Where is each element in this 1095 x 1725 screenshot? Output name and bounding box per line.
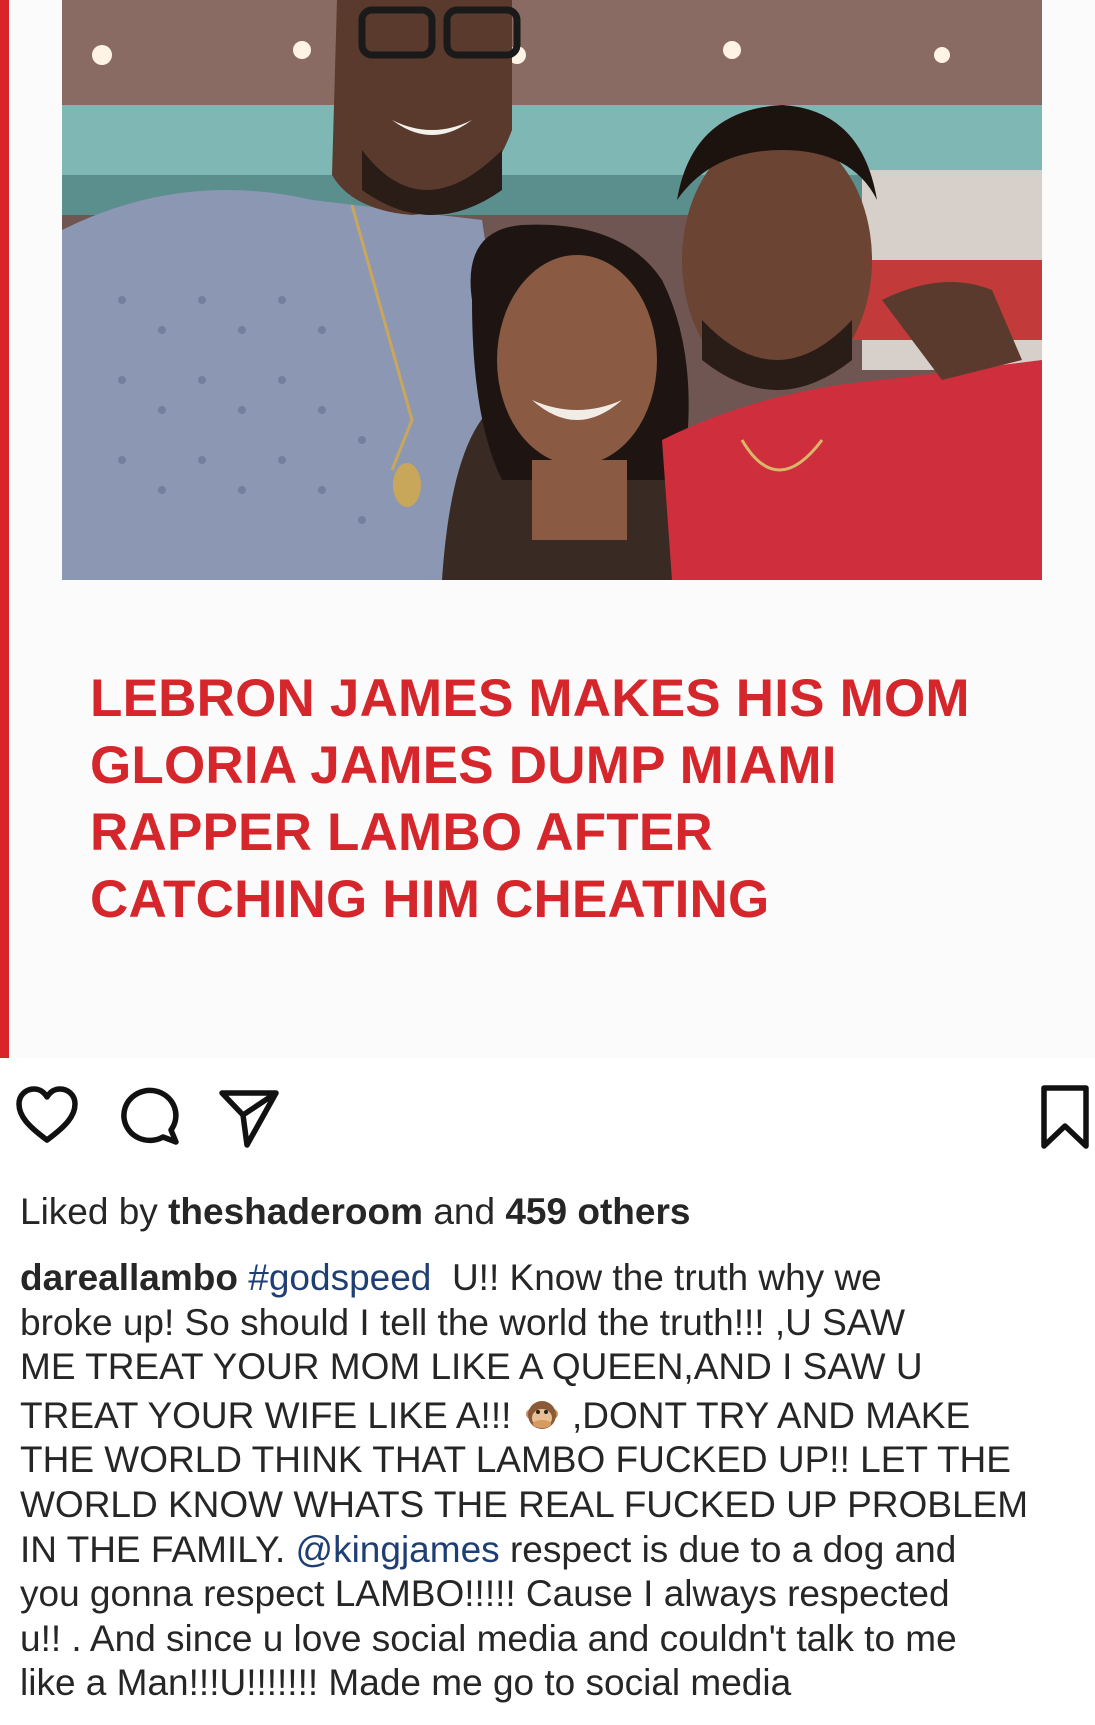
caption-line: TREAT YOUR WIFE LIKE A!!! ,DONT TRY AND … <box>20 1394 1080 1439</box>
headline-line: GLORIA JAMES DUMP MIAMI <box>90 736 837 795</box>
likes-conjunction: and <box>433 1191 496 1232</box>
caption-line: like a Man!!!U!!!!!!! Made me go to soci… <box>20 1662 792 1704</box>
likes-count-link[interactable]: 459 others <box>505 1191 690 1232</box>
caption-line: broke up! So should I tell the world the… <box>20 1301 906 1343</box>
caption-line: dareallambo #godspeed U!! Know the truth… <box>20 1256 1080 1301</box>
caption-line: ME TREAT YOUR MOM LIKE A QUEEN,AND I SAW… <box>20 1346 923 1388</box>
liked-by-label: Liked by <box>20 1191 158 1232</box>
comment-icon[interactable] <box>118 1084 184 1146</box>
hashtag-link[interactable]: #godspeed <box>248 1257 431 1298</box>
post-caption: dareallambo #godspeed U!! Know the truth… <box>20 1256 1080 1706</box>
share-icon[interactable] <box>218 1088 280 1150</box>
post-photo <box>62 0 1042 580</box>
caption-line: WORLD KNOW WHATS THE REAL FUCKED UP PROB… <box>20 1483 1029 1525</box>
caption-text: U!! Know the truth why we <box>431 1257 882 1298</box>
speak-no-evil-monkey-icon <box>524 1398 560 1434</box>
headline-line: CATCHING HIM CHEATING <box>90 870 770 929</box>
likes-summary: Liked by theshaderoom and 459 others <box>20 1190 690 1234</box>
caption-text: ,DONT TRY AND MAKE <box>561 1394 971 1436</box>
caption-text: IN THE FAMILY. <box>20 1528 296 1570</box>
post-headline: LEBRON JAMES MAKES HIS MOM GLORIA JAMES … <box>90 665 1050 933</box>
caption-line: THE WORLD THINK THAT LAMBO FUCKED UP!! L… <box>20 1439 1011 1481</box>
headline-line: RAPPER LAMBO AFTER <box>90 803 713 862</box>
bookmark-icon[interactable] <box>1040 1084 1090 1150</box>
post-image[interactable]: LEBRON JAMES MAKES HIS MOM GLORIA JAMES … <box>0 0 1095 1058</box>
caption-text: respect is due to a dog and <box>499 1528 957 1570</box>
caption-line: u!! . And since u love social media and … <box>20 1617 957 1659</box>
post-action-bar <box>0 1058 1095 1168</box>
heart-icon[interactable] <box>14 1084 80 1146</box>
caption-username-link[interactable]: dareallambo <box>20 1257 238 1298</box>
liked-by-user-link[interactable]: theshaderoom <box>168 1191 423 1232</box>
mention-link[interactable]: @kingjames <box>296 1529 500 1570</box>
caption-line: you gonna respect LAMBO!!!!! Cause I alw… <box>20 1573 950 1615</box>
headline-line: LEBRON JAMES MAKES HIS MOM <box>90 669 970 728</box>
caption-line: IN THE FAMILY. @kingjames respect is due… <box>20 1528 1080 1573</box>
red-accent-border <box>0 0 9 1058</box>
caption-text: TREAT YOUR WIFE LIKE A!!! <box>20 1394 522 1436</box>
